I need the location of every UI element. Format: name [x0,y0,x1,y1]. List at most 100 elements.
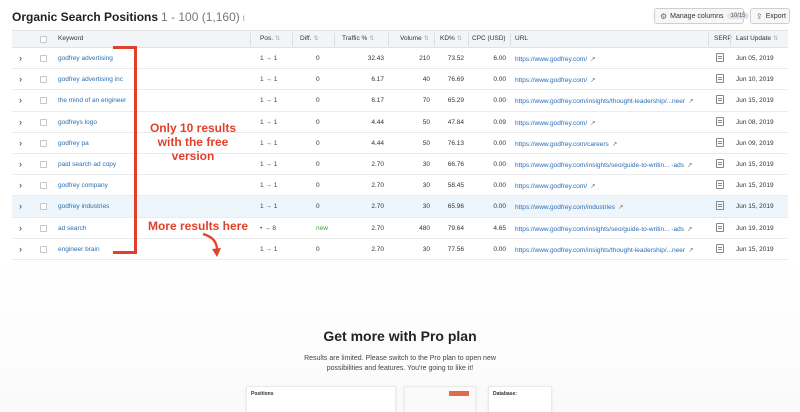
expand-chevron-icon[interactable]: › [19,159,22,169]
info-icon[interactable]: i [243,13,245,23]
table-row[interactable]: › paid search ad copy 1 → 1 0 2.70 30 66.76 0.0… [12,154,788,176]
col-traffic[interactable]: Traffic % ⇅ [342,35,374,42]
keyword-link[interactable]: godfrey advertising [58,55,113,62]
url-link[interactable]: https://www.godfrey.com/insights/seo/gui… [515,225,692,233]
serp-snapshot-icon[interactable] [716,222,724,232]
row-checkbox[interactable] [40,55,47,62]
cpc-usd: 6.00 [493,55,506,62]
url-link[interactable]: https://www.godfrey.com/insights/thought… [515,246,694,254]
annotation-arrow-icon [202,232,221,257]
serp-snapshot-icon[interactable] [716,243,724,253]
col-volume[interactable]: Volume ⇅ [400,35,429,42]
row-checkbox[interactable] [40,182,47,190]
manage-columns-button[interactable]: ⚙ Manage columns 10/15 [654,8,749,24]
traffic-percent: 2.70 [371,182,384,190]
serp-snapshot-icon[interactable] [716,180,724,190]
expand-chevron-icon[interactable]: › [19,117,22,127]
col-diff[interactable]: Diff. ⇅ [300,35,318,42]
external-link-icon[interactable]: ↗ [590,56,595,63]
serp-snapshot-icon[interactable] [716,158,724,168]
url-link[interactable]: https://www.godfrey.com/industries ↗ [515,203,623,211]
keyword-difficulty: 65.29 [447,97,464,105]
keyword-link[interactable]: ad search [58,225,87,232]
expand-chevron-icon[interactable]: › [19,244,22,254]
row-checkbox[interactable] [40,203,47,211]
keyword-link[interactable]: engineer brain [58,246,100,253]
col-keyword[interactable]: Keyword [58,35,83,42]
page-title: Organic Search Positions 1 - 100 (1,160) i [12,10,245,24]
traffic-percent: 6.17 [371,97,384,105]
col-cpc[interactable]: CPC (USD) [472,35,506,42]
position-change: 1 → 1 [260,160,278,168]
expand-chevron-icon[interactable]: › [19,223,22,233]
search-volume: 30 [422,160,430,168]
url-link[interactable]: https://www.godfrey.com/careers ↗ [515,140,617,148]
col-url[interactable]: URL [515,35,528,42]
url-link[interactable]: https://www.godfrey.com/↗ [515,76,596,84]
row-checkbox[interactable] [40,97,47,105]
table-row[interactable]: › godfrey company 1 → 1 0 2.70 30 58.45 0.00 htt… [12,175,788,197]
expand-chevron-icon[interactable]: › [19,95,22,105]
position-diff: 0 [316,245,320,253]
external-link-icon[interactable]: ↗ [618,204,623,211]
serp-snapshot-icon[interactable] [716,137,724,147]
expand-chevron-icon[interactable]: › [19,53,22,63]
expand-chevron-icon[interactable]: › [19,138,22,148]
serp-snapshot-icon[interactable] [716,95,724,105]
keyword-link[interactable]: godfrey company [58,182,108,189]
external-link-icon[interactable]: ↗ [590,183,595,190]
table-row[interactable]: › godfrey pa 1 → 1 0 4.44 50 76.13 0.00 https://… [12,133,788,154]
external-link-icon[interactable]: ↗ [590,120,595,127]
serp-snapshot-icon[interactable] [716,74,724,84]
col-last-update[interactable]: Last Update ⇅ [736,35,778,42]
expand-chevron-icon[interactable]: › [19,180,22,190]
export-button[interactable]: ⇪ Export [750,8,790,24]
keyword-link[interactable]: paid search ad copy [58,161,116,168]
keyword-difficulty: 65.96 [447,203,464,211]
external-link-icon[interactable]: ↗ [688,247,693,254]
expand-chevron-icon[interactable]: › [19,74,22,84]
external-link-icon[interactable]: ↗ [688,98,693,105]
url-link[interactable]: https://www.godfrey.com/↗ [515,119,596,127]
keyword-link[interactable]: the mind of an engineer [58,97,126,104]
table-row[interactable]: › godfreys logo 1 → 1 0 4.44 50 47.84 0.09 https… [12,112,788,133]
table-row[interactable]: › godfrey advertising inc 1 → 1 0 6.17 40 76.6… [12,69,788,91]
table-row[interactable]: › engineer brain 1 → 1 0 2.70 30 77.56 0.00 http… [12,239,788,260]
col-kd[interactable]: KD% ⇅ [440,35,462,42]
external-link-icon[interactable]: ↗ [687,162,692,169]
serp-snapshot-icon[interactable] [716,53,724,62]
keyword-link[interactable]: godfrey pa [58,140,89,147]
table-row[interactable]: › the mind of an engineer 1 → 1 0 6.17 70 65.2… [12,90,788,112]
url-link[interactable]: https://www.godfrey.com/insights/seo/gui… [515,161,692,169]
url-link[interactable]: https://www.godfrey.com/↗ [515,55,596,63]
position-diff: 0 [316,76,320,84]
row-checkbox[interactable] [40,76,47,84]
expand-chevron-icon[interactable]: › [19,201,22,211]
select-all-checkbox[interactable] [40,36,47,43]
cpc-usd: 0.00 [493,245,506,253]
external-link-icon[interactable]: ↗ [612,141,617,148]
col-pos[interactable]: Pos. ⇅ [260,35,280,42]
keyword-difficulty: 76.69 [447,76,464,84]
row-checkbox[interactable] [40,118,47,126]
url-link[interactable]: https://www.godfrey.com/insights/thought… [515,97,694,105]
external-link-icon[interactable]: ↗ [590,77,595,84]
cpc-usd: 0.00 [493,203,506,211]
row-checkbox[interactable] [40,245,47,253]
serp-snapshot-icon[interactable] [716,201,724,211]
row-checkbox[interactable] [40,139,47,147]
keyword-link[interactable]: godfrey industries [58,203,109,210]
url-link[interactable]: https://www.godfrey.com/↗ [515,182,596,190]
keyword-link[interactable]: godfrey advertising inc [58,76,123,83]
export-label: Export [765,12,786,20]
cpc-usd: 0.00 [493,182,506,190]
row-checkbox[interactable] [40,224,47,232]
position-change: 1 → 1 [260,245,278,253]
external-link-icon[interactable]: ↗ [687,226,692,233]
row-checkbox[interactable] [40,160,47,168]
keyword-link[interactable]: godfreys logo [58,119,97,126]
serp-snapshot-icon[interactable] [716,116,724,126]
table-row[interactable]: › ad search • → 8 new 2.70 480 79.64 4.65 https:… [12,218,788,239]
table-row[interactable]: › godfrey advertising 1 → 1 0 32.43 210 73.52 6… [12,48,788,70]
table-row[interactable]: › godfrey industries 1 → 1 0 2.70 30 65.96 0.00… [12,196,788,218]
